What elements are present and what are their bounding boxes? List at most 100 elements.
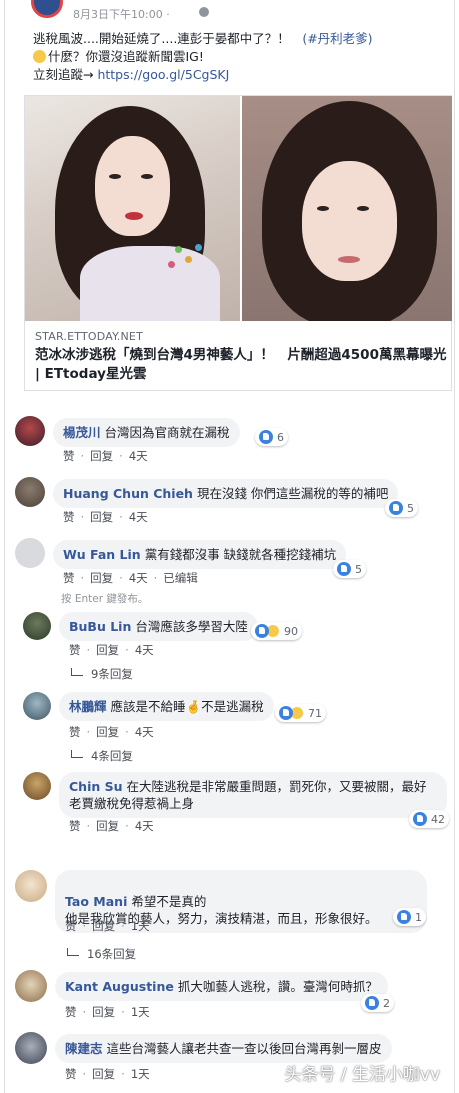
comment-time[interactable]: 4天 (129, 449, 148, 463)
comment-author[interactable]: Huang Chun Chieh (63, 486, 193, 501)
replies-count[interactable]: 4条回复 (91, 749, 133, 763)
reply-arrow-icon (71, 668, 83, 676)
reply-button[interactable]: 回复 (92, 1067, 115, 1081)
preview-photo-left[interactable] (25, 96, 240, 321)
reaction-count[interactable]: 42 (409, 810, 449, 828)
preview-source: STAR.ETTODAY.NET (35, 330, 144, 343)
post-text-2: 什麼？你還沒追蹤新聞雲IG! (48, 49, 204, 64)
comment-author[interactable]: BuBu Lin (69, 619, 131, 634)
comment-time[interactable]: 4天 (135, 643, 154, 657)
reaction-count[interactable]: 1 (393, 908, 426, 926)
comment-text: 台灣因為官商就在漏稅 (104, 425, 230, 440)
like-button[interactable]: 赞 (69, 643, 81, 657)
reply-button[interactable]: 回复 (92, 1005, 115, 1019)
reaction-count[interactable]: 90 (251, 622, 302, 640)
like-button[interactable]: 赞 (63, 510, 75, 524)
avatar[interactable] (15, 970, 47, 1002)
replies-count[interactable]: 9条回复 (91, 667, 133, 681)
comment-bubble: Kant Augustine 抓大咖藝人逃稅，讚。臺灣何時抓？ (55, 972, 388, 1001)
comment-actions: 赞 · 回复 · 4天 (69, 725, 154, 739)
post-line-3: 立刻追蹤→ https://goo.gl/5CgSKJ (33, 66, 453, 84)
comment-text: 這些台灣藝人讓老共查一查以後回台灣再剝一層皮 (106, 1041, 382, 1056)
instagram-link[interactable]: https://goo.gl/5CgSKJ (97, 67, 229, 82)
like-button[interactable]: 赞 (69, 819, 81, 833)
preview-title[interactable]: 范冰冰涉逃稅「燒到台灣4男神藝人」！ 片酬超過4500萬黑幕曝光 | ETtod… (35, 346, 450, 384)
comment-author[interactable]: Chin Su (69, 779, 123, 794)
reply-button[interactable]: 回复 (96, 725, 119, 739)
hashtag-link[interactable]: (#丹利老爹) (302, 31, 372, 46)
comment-author[interactable]: Kant Augustine (65, 979, 174, 994)
comment-time[interactable]: 1天 (131, 919, 150, 933)
comment-text: 抓大咖藝人逃稅，讚。臺灣何時抓？ (177, 979, 378, 994)
page-avatar[interactable] (31, 0, 63, 18)
reply-button[interactable]: 回复 (90, 510, 113, 524)
reply-button[interactable]: 回复 (96, 643, 119, 657)
replies-count[interactable]: 16条回复 (87, 947, 136, 961)
globe-icon (199, 7, 209, 17)
like-button[interactable]: 赞 (65, 1067, 77, 1081)
preview-photo-right[interactable] (242, 96, 452, 321)
post-body: 逃稅風波....開始延燒了....連彭于晏都中了？！ (#丹利老爹) 什麼？你還… (33, 30, 453, 84)
reaction-number: 90 (284, 624, 298, 638)
like-button[interactable]: 赞 (69, 725, 81, 739)
comment-time[interactable]: 4天 (135, 725, 154, 739)
comment-actions: 赞 · 回复 · 4天 · 已编辑 (63, 571, 198, 585)
view-replies-link[interactable]: 16条回复 (67, 946, 136, 962)
comment-author[interactable]: 楊茂川 (63, 425, 101, 440)
comment-time[interactable]: 1天 (131, 1067, 150, 1081)
reply-button[interactable]: 回复 (90, 449, 113, 463)
reply-arrow-icon (67, 948, 79, 956)
edited-label[interactable]: 已编辑 (163, 571, 198, 585)
post-timestamp[interactable]: 8月3日下午10:00 · (73, 6, 170, 22)
reaction-count[interactable]: 2 (361, 994, 394, 1012)
reply-button[interactable]: 回复 (96, 819, 119, 833)
like-reaction-icon (413, 812, 427, 826)
comment-actions: 赞 · 回复 · 1天 (65, 919, 150, 933)
facebook-post: 8月3日下午10:00 · 逃稅風波....開始延燒了....連彭于晏都中了？！… (4, 0, 455, 1093)
reply-button[interactable]: 回复 (92, 919, 115, 933)
post-header: 8月3日下午10:00 · (31, 0, 451, 26)
like-button[interactable]: 赞 (63, 449, 75, 463)
comment-time[interactable]: 4天 (129, 510, 148, 524)
comment-time[interactable]: 4天 (129, 571, 148, 585)
post-text-1: 逃稅風波....開始延燒了....連彭于晏都中了？！ (33, 31, 290, 46)
view-replies-link[interactable]: 9条回复 (71, 666, 133, 682)
avatar[interactable] (23, 612, 51, 640)
view-replies-link[interactable]: 4条回复 (71, 748, 133, 764)
comment-actions: 赞 · 回复 · 1天 (65, 1067, 150, 1081)
reaction-number: 42 (431, 812, 445, 826)
comment-text: 台灣應該多學習大陸 (135, 619, 248, 634)
comment-actions: 赞 · 回复 · 4天 (63, 449, 148, 463)
comment-bubble: 林鵬輝 應該是不給睡🤞不是逃漏稅 (59, 692, 274, 721)
comment-author[interactable]: Tao Mani (65, 894, 127, 909)
comment-time[interactable]: 4天 (135, 819, 154, 833)
comment-author[interactable]: Wu Fan Lin (63, 547, 141, 562)
link-preview-card[interactable]: STAR.ETTODAY.NET 范冰冰涉逃稅「燒到台灣4男神藝人」！ 片酬超過… (24, 95, 452, 391)
like-reaction-icon (389, 501, 403, 515)
reaction-count[interactable]: 5 (385, 499, 418, 517)
avatar[interactable] (15, 477, 45, 507)
avatar[interactable] (15, 538, 45, 568)
avatar[interactable] (15, 870, 47, 902)
avatar[interactable] (23, 772, 51, 800)
like-reaction-icon (337, 562, 351, 576)
avatar[interactable] (23, 692, 51, 720)
comment-bubble: 陳建志 這些台灣藝人讓老共查一查以後回台灣再剝一層皮 (55, 1034, 392, 1063)
comment-author[interactable]: 陳建志 (65, 1041, 103, 1056)
like-button[interactable]: 赞 (65, 919, 77, 933)
reaction-count[interactable]: 71 (275, 704, 326, 722)
comment-bubble: BuBu Lin 台灣應該多學習大陸 (59, 612, 258, 641)
like-button[interactable]: 赞 (63, 571, 75, 585)
post-text-3: 立刻追蹤→ (33, 67, 98, 82)
avatar[interactable] (15, 416, 45, 446)
comment-time[interactable]: 1天 (131, 1005, 150, 1019)
like-button[interactable]: 赞 (65, 1005, 77, 1019)
reaction-count[interactable]: 5 (333, 560, 366, 578)
avatar[interactable] (15, 1032, 47, 1064)
like-reaction-icon (259, 430, 273, 444)
comment-author[interactable]: 林鵬輝 (69, 699, 107, 714)
comment-bubble: 楊茂川 台灣因為官商就在漏稅 (53, 418, 240, 447)
reaction-count[interactable]: 6 (255, 428, 288, 446)
reply-button[interactable]: 回复 (90, 571, 113, 585)
comment-text: 現在沒錢 你們這些漏稅的等的補吧 (196, 486, 389, 501)
